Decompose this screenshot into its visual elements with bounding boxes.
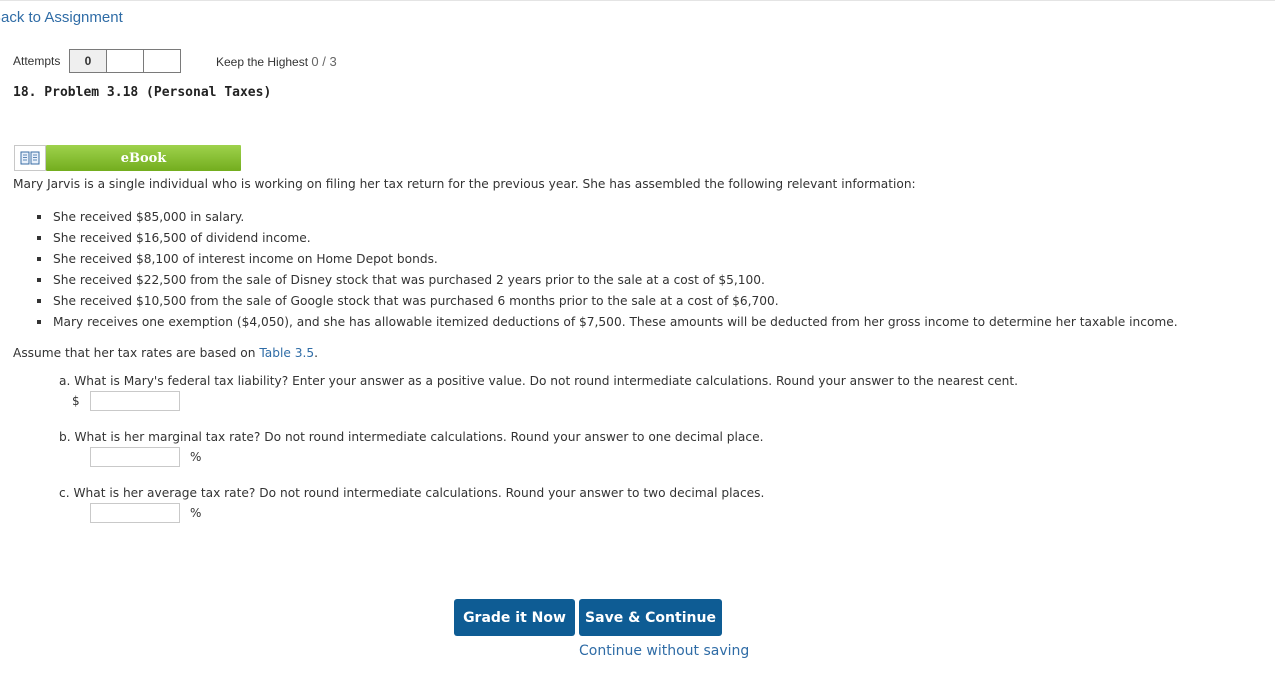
attempt-box: 0 <box>69 49 107 73</box>
keep-highest-label: Keep the Highest 0 / 3 <box>216 54 337 69</box>
assignment-page: Back to Assignment Attempts 0 Keep the H… <box>0 0 1275 684</box>
list-item: She received $16,500 of dividend income. <box>37 229 1178 250</box>
question-a-text: a. What is Mary's federal tax liability?… <box>59 374 1019 388</box>
percent-suffix: % <box>190 450 202 464</box>
ebook-button[interactable]: eBook <box>14 145 241 171</box>
attempt-box <box>106 49 144 73</box>
assumption-prefix: Assume that her tax rates are based on <box>13 346 260 360</box>
facts-list: She received $85,000 in salary. She rece… <box>37 208 1178 334</box>
grade-it-now-button[interactable]: Grade it Now <box>454 599 575 636</box>
answer-c-row: % <box>90 503 201 523</box>
problem-title: 18. Problem 3.18 (Personal Taxes) <box>13 85 272 100</box>
list-item: She received $85,000 in salary. <box>37 208 1178 229</box>
list-item: She received $8,100 of interest income o… <box>37 250 1178 271</box>
answer-b-input[interactable] <box>90 447 180 467</box>
question-b-text: b. What is her marginal tax rate? Do not… <box>59 430 764 444</box>
attempts-label: Attempts <box>13 54 61 68</box>
answer-a-row: $ <box>72 391 180 411</box>
answer-c-input[interactable] <box>90 503 180 523</box>
answer-a-input[interactable] <box>89 391 180 411</box>
save-and-continue-button[interactable]: Save & Continue <box>579 599 722 636</box>
score-value: 0 / 3 <box>311 54 337 69</box>
percent-suffix: % <box>190 506 202 520</box>
attempt-box <box>143 49 181 73</box>
back-to-assignment-link[interactable]: Back to Assignment <box>0 9 123 26</box>
top-divider <box>0 0 1275 1</box>
assumption-suffix: . <box>314 346 319 360</box>
book-icon[interactable] <box>14 145 46 171</box>
assumption-text: Assume that her tax rates are based on T… <box>13 346 318 360</box>
question-c-text: c. What is her average tax rate? Do not … <box>59 486 765 500</box>
attempt-boxes: 0 <box>69 49 181 73</box>
problem-intro: Mary Jarvis is a single individual who i… <box>13 177 916 191</box>
dollar-prefix: $ <box>72 394 80 408</box>
continue-without-saving-link[interactable]: Continue without saving <box>579 643 749 659</box>
list-item: She received $10,500 from the sale of Go… <box>37 292 1178 313</box>
answer-b-row: % <box>90 447 201 467</box>
table-3-5-link[interactable]: Table 3.5 <box>259 346 314 360</box>
ebook-label[interactable]: eBook <box>46 145 241 171</box>
list-item: Mary receives one exemption ($4,050), an… <box>37 313 1178 334</box>
list-item: She received $22,500 from the sale of Di… <box>37 271 1178 292</box>
keep-highest-text: Keep the Highest <box>216 55 309 69</box>
